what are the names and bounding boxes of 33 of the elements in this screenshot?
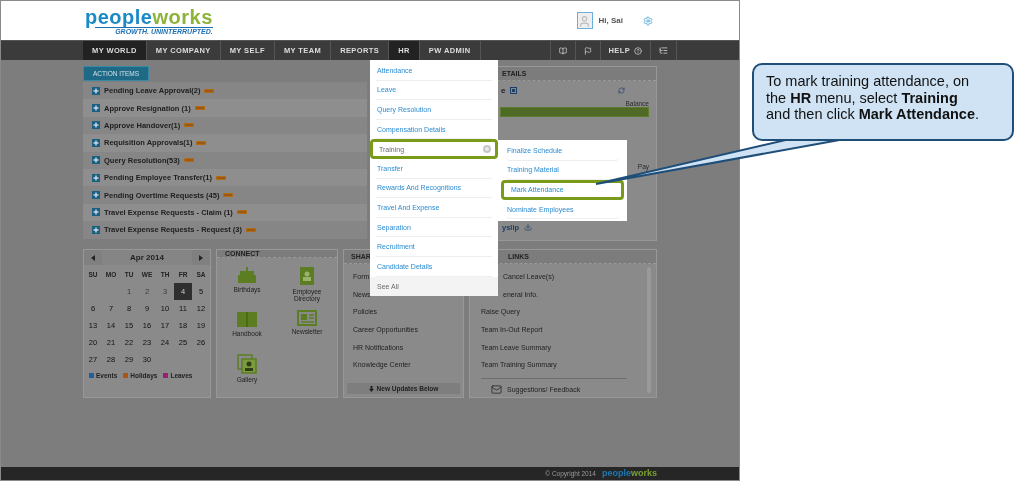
next-month-button[interactable] (192, 250, 210, 265)
flag-icon (583, 46, 592, 55)
expand-icon[interactable] (92, 104, 100, 113)
expand-icon[interactable] (92, 208, 100, 217)
expand-icon[interactable] (92, 121, 100, 130)
help-icon (634, 46, 643, 55)
user-greeting: Hi, Sai (598, 16, 623, 25)
book-icon (558, 46, 567, 55)
details-subtitle: e (501, 85, 506, 95)
logo-wordmark: peopleworks (85, 6, 213, 27)
right-triangle-icon (199, 254, 203, 261)
avatar-icon[interactable] (576, 12, 593, 29)
calendar-month: Apr 2014 (129, 252, 165, 264)
expand-icon[interactable] (92, 156, 100, 165)
down-arrow-icon (368, 385, 374, 392)
tree-icon (659, 46, 669, 55)
settings-icon[interactable] (643, 15, 653, 26)
directory-icon[interactable] (299, 266, 315, 286)
left-triangle-icon (91, 254, 95, 261)
download-icon[interactable] (524, 223, 533, 231)
footer-logo: peopleworks (601, 469, 657, 478)
expand-icon[interactable] (92, 86, 100, 95)
calendar-icon[interactable] (510, 86, 518, 94)
submenu-icon (483, 145, 491, 154)
expand-icon[interactable] (92, 191, 100, 200)
expand-icon[interactable] (92, 225, 100, 234)
expand-icon[interactable] (92, 173, 100, 182)
mail-icon[interactable] (491, 383, 502, 395)
callout-text: To mark training attendance, on the HR menu, select Training and then click Mark Attendance. (752, 63, 1014, 141)
previous-month-button[interactable] (84, 250, 102, 265)
photos-icon[interactable] (237, 354, 257, 374)
expand-icon[interactable] (92, 138, 100, 147)
refresh-icon[interactable] (618, 86, 625, 94)
